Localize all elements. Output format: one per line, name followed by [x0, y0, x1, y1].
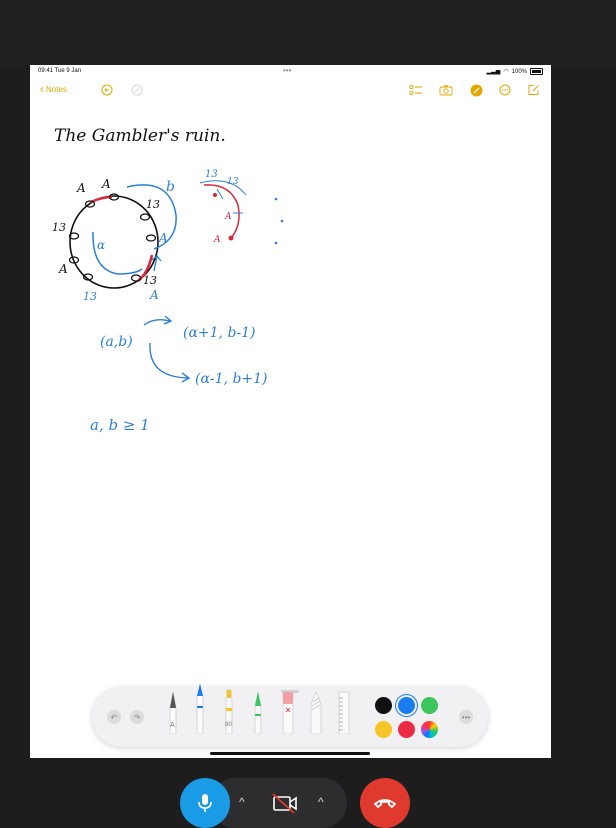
eq-down: (α-1, b+1) — [195, 371, 268, 387]
transition-equations: (a,b) (α+1, b-1) (α-1, b+1) a, b ≥ 1 — [90, 315, 268, 434]
label-b-side: b — [166, 179, 175, 195]
eraser-tool[interactable] — [280, 690, 296, 739]
label-b2: 13 — [52, 221, 66, 234]
ipad-screen: 09:41 Tue 9 Jan ••• ▂▃▅ ◠ 100% ‹ Notes T… — [30, 65, 551, 758]
small-label-13a: 13 — [205, 169, 218, 180]
small-label-13b: 13 — [227, 177, 239, 187]
undo-icon[interactable]: ↶ — [107, 710, 121, 724]
top-bar — [0, 0, 616, 65]
marker-tool[interactable]: 80 — [222, 688, 236, 739]
small-label-a2: A — [213, 235, 221, 245]
microphone-button[interactable] — [180, 778, 230, 828]
note-title: The Gambler's ruin. — [54, 126, 226, 146]
eq-up: (α+1, b-1) — [183, 325, 256, 341]
color-blue-swatch[interactable] — [398, 697, 415, 714]
marker-label: 80 — [225, 722, 232, 728]
color-red-swatch[interactable] — [398, 721, 415, 738]
small-arc-sketch: 13 13 A A — [199, 169, 284, 245]
mic-options-chevron-up-icon[interactable]: ^ — [239, 795, 245, 809]
video-toggle-button[interactable] — [268, 790, 302, 816]
label-alpha: α — [97, 238, 105, 252]
label-a3: A — [158, 231, 168, 245]
end-call-icon — [374, 799, 396, 808]
circle-diagram: A A 13 13 A A 13 13 A α b — [52, 177, 177, 303]
label-b3: 13 — [143, 274, 157, 287]
pen-tool[interactable]: A — [166, 690, 180, 739]
eq-left: (a,b) — [100, 334, 133, 350]
video-options-chevron-up-icon[interactable]: ^ — [318, 795, 324, 809]
microphone-icon — [198, 794, 212, 812]
label-b1: 13 — [146, 198, 160, 211]
toolbar-more-button[interactable]: ••• — [459, 710, 473, 724]
end-call-button[interactable] — [360, 778, 410, 828]
label-a5: A — [149, 288, 159, 302]
small-label-a1: A — [224, 212, 232, 222]
note-canvas[interactable]: The Gambler's ruin. A A 13 13 A A 13 13 … — [30, 65, 551, 758]
pen-label: A — [170, 722, 175, 729]
label-b4: 13 — [83, 290, 97, 303]
color-picker-wheel-icon[interactable] — [421, 721, 438, 738]
label-a1: A — [76, 181, 86, 195]
lasso-tool[interactable] — [308, 690, 324, 739]
color-black-swatch[interactable] — [375, 697, 392, 714]
color-green-swatch[interactable] — [421, 697, 438, 714]
label-a2: A — [101, 177, 111, 191]
constraint: a, b ≥ 1 — [90, 416, 150, 434]
pencil-tool[interactable] — [251, 690, 265, 739]
drawing-toolbar: ↶ ↷ A 80 ••• — [92, 683, 488, 747]
fineliner-tool[interactable] — [193, 682, 207, 739]
redo-icon[interactable]: ↷ — [130, 710, 144, 724]
home-indicator[interactable] — [210, 752, 370, 755]
video-off-icon — [272, 793, 297, 814]
label-a4: A — [58, 262, 68, 276]
color-yellow-swatch[interactable] — [375, 721, 392, 738]
ruler-tool[interactable] — [336, 690, 352, 739]
